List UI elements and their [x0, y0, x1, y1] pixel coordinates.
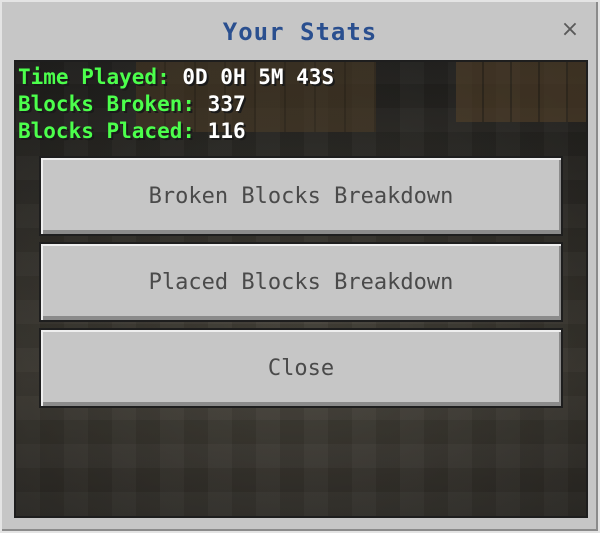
stat-value: 337 — [207, 92, 246, 116]
stats-list: Time Played: 0D 0H 5M 43S Blocks Broken:… — [18, 64, 334, 145]
background-wood-texture — [456, 62, 586, 122]
stat-label: Time Played: — [18, 65, 170, 89]
stat-time-played: Time Played: 0D 0H 5M 43S — [18, 64, 334, 91]
title-bar: Your Stats × — [2, 2, 598, 60]
stat-value: 116 — [207, 119, 246, 143]
stat-value: 0D 0H 5M 43S — [182, 65, 335, 89]
broken-blocks-breakdown-button[interactable]: Broken Blocks Breakdown — [39, 156, 563, 236]
stat-blocks-placed: Blocks Placed: 116 — [18, 118, 334, 145]
dialog-title: Your Stats — [222, 18, 378, 46]
close-icon[interactable]: × — [558, 18, 582, 42]
close-button[interactable]: Close — [39, 328, 563, 408]
stat-label: Blocks Placed: — [18, 119, 196, 143]
placed-blocks-breakdown-button[interactable]: Placed Blocks Breakdown — [39, 242, 563, 322]
stats-dialog: Your Stats × Time Played: 0D 0H 5M 43S B… — [0, 0, 600, 533]
stat-label: Blocks Broken: — [18, 92, 196, 116]
stat-blocks-broken: Blocks Broken: 337 — [18, 91, 334, 118]
